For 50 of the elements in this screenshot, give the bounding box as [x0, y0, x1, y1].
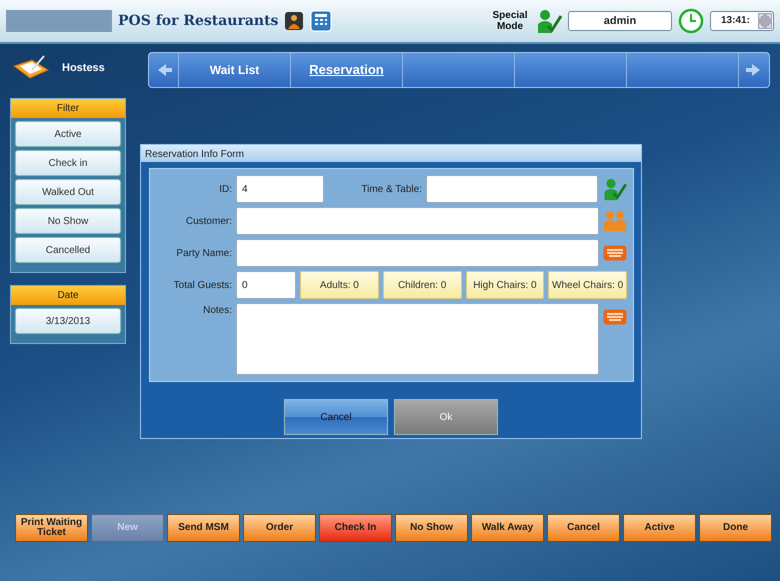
field-label: Customer: [184, 214, 232, 228]
time-text: 13:41: [721, 15, 750, 26]
action-button[interactable]: Print Waiting Ticket [15, 514, 88, 542]
counter-button[interactable]: Wheel Chairs: 0 [548, 271, 627, 299]
date-header: Date [11, 286, 125, 305]
counter-button[interactable]: High Chairs: 0 [466, 271, 544, 299]
action-button[interactable]: Done [699, 514, 772, 542]
fullscreen-icon[interactable] [758, 13, 772, 29]
action-button[interactable]: No Show [395, 514, 468, 542]
person-icon[interactable] [284, 11, 304, 31]
field-label: Total Guests: [172, 278, 232, 292]
total-guests-field[interactable]: 0 [236, 271, 296, 299]
notes-field[interactable] [236, 303, 599, 375]
clock-icon[interactable] [678, 8, 704, 34]
filter-button[interactable]: Check in [15, 150, 121, 176]
field-label: Party Name: [175, 246, 232, 260]
app-title: POS for Restaurants [118, 12, 278, 30]
counter-button[interactable]: Children: 0 [382, 271, 462, 299]
time-table-field[interactable] [426, 175, 598, 203]
filter-button[interactable]: Cancelled [15, 237, 121, 263]
keyboard-icon[interactable] [603, 245, 627, 261]
date-button[interactable]: 3/13/2013 [15, 308, 121, 334]
person-check-icon[interactable] [602, 177, 628, 201]
user-field: admin [568, 11, 672, 31]
filter-button[interactable]: Active [15, 121, 121, 147]
action-button[interactable]: Cancel [547, 514, 620, 542]
id-field[interactable]: 4 [236, 175, 324, 203]
field-label: ID: [218, 182, 232, 196]
person-check-icon[interactable] [536, 8, 562, 34]
calculator-icon[interactable] [310, 10, 332, 32]
action-button[interactable]: Walk Away [471, 514, 544, 542]
dialog-button[interactable]: Cancel [284, 399, 388, 435]
field-label: Notes: [202, 304, 232, 318]
action-button[interactable]: Check In [319, 514, 392, 542]
special-mode-label: Special Mode [491, 10, 529, 32]
filter-button[interactable]: Walked Out [15, 179, 121, 205]
nav-tab[interactable]: Reservation [291, 53, 403, 87]
action-button[interactable]: Order [243, 514, 316, 542]
nav-tab[interactable]: Wait List [179, 53, 291, 87]
hostess-label: Hostess [62, 60, 105, 76]
counter-button[interactable]: Adults: 0 [300, 271, 379, 299]
filter-header: Filter [11, 99, 125, 118]
keyboard-icon[interactable] [603, 309, 627, 326]
action-button[interactable]: Send MSM [167, 514, 240, 542]
party-name-field[interactable] [236, 239, 600, 267]
action-button[interactable]: Active [623, 514, 696, 542]
dialog-title: Reservation Info Form [141, 145, 641, 162]
field-label: Time & Table: [360, 182, 422, 196]
filter-button[interactable]: No Show [15, 208, 121, 234]
customer-field[interactable] [236, 207, 600, 235]
